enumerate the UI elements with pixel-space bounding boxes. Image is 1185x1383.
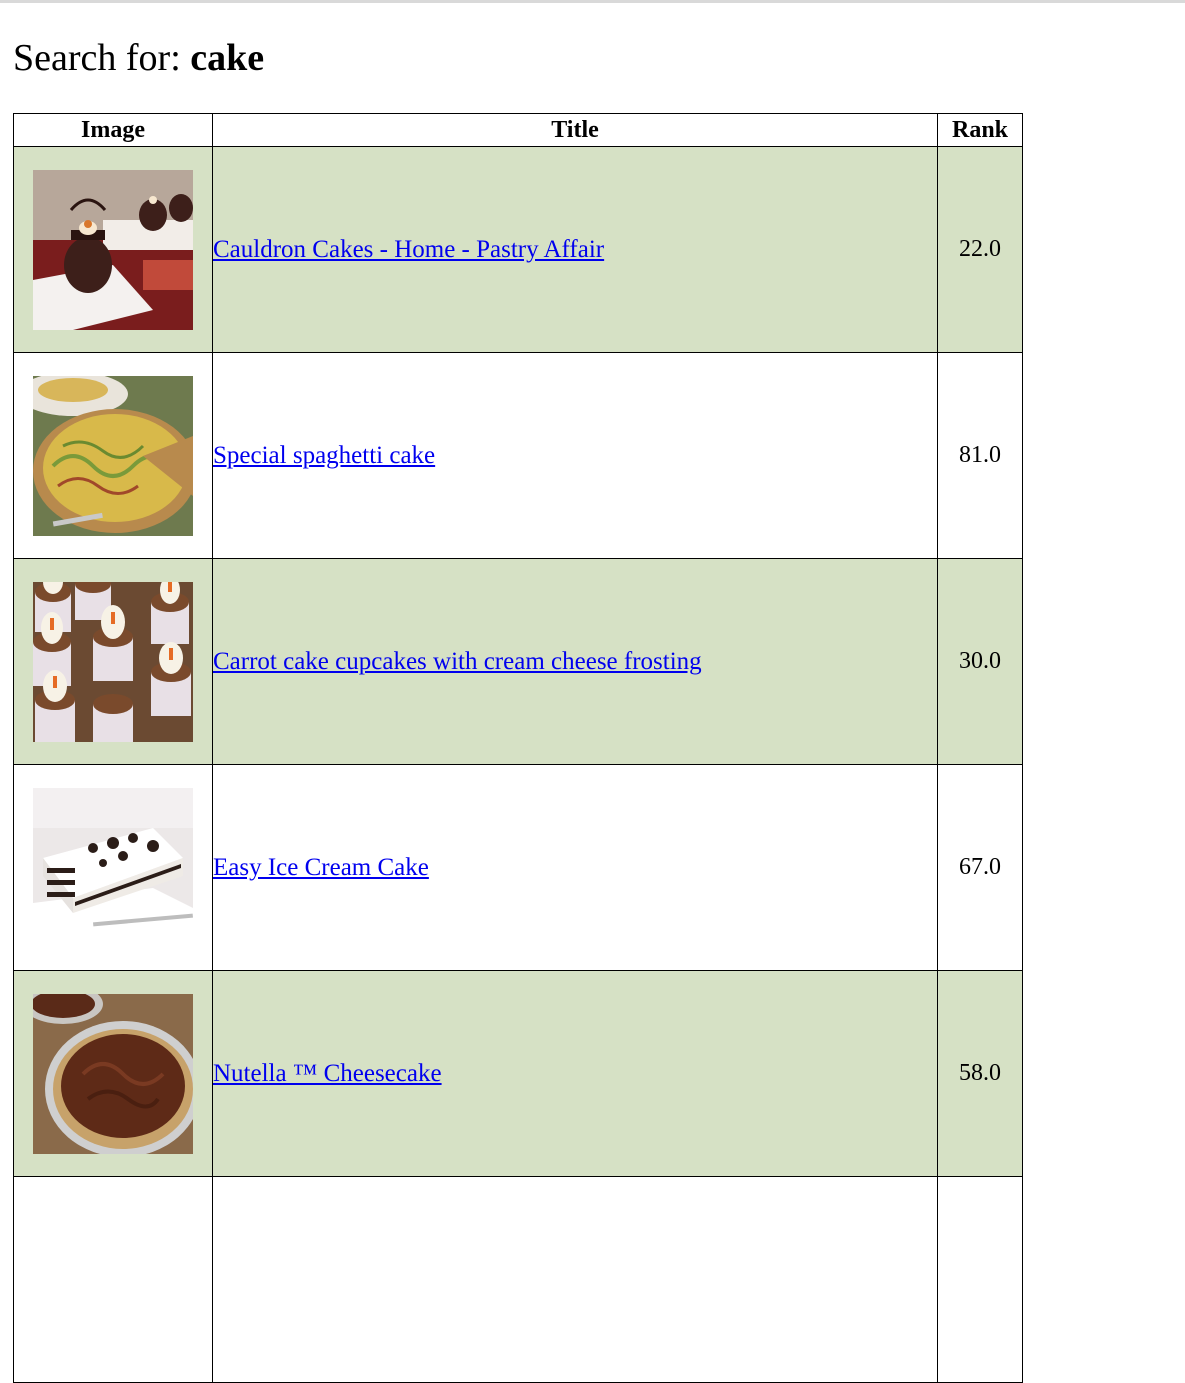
image-cell [13, 970, 213, 1177]
table-header-row: Image Title Rank [13, 113, 1023, 147]
table-row: Carrot cake cupcakes with cream cheese f… [13, 558, 1023, 765]
image-cell [13, 352, 213, 559]
image-cell [13, 1176, 213, 1383]
column-header-image: Image [13, 113, 213, 147]
results-table: Image Title Rank Cauldron Cakes - Home -… [13, 113, 1023, 1383]
ice-cream-cake-photo [33, 787, 193, 948]
search-prefix: Search for: [13, 37, 181, 79]
cauldron-cakes-photo [33, 169, 193, 330]
result-title-link[interactable]: Easy Ice Cream Cake [213, 854, 429, 881]
title-cell: Cauldron Cakes - Home - Pastry Affair [212, 146, 938, 353]
rank-cell: 58.0 [937, 970, 1023, 1177]
image-cell [13, 146, 213, 353]
nutella-cheesecake-photo [33, 993, 193, 1154]
rank-cell: 22.0 [937, 146, 1023, 353]
rank-cell: 81.0 [937, 352, 1023, 559]
search-query: cake [190, 37, 265, 79]
result-title-link[interactable]: Carrot cake cupcakes with cream cheese f… [213, 648, 702, 675]
table-row [13, 1176, 1023, 1383]
table-row: Cauldron Cakes - Home - Pastry Affair 22… [13, 146, 1023, 353]
page-title: Search for: cake [13, 36, 264, 80]
title-cell: Carrot cake cupcakes with cream cheese f… [212, 558, 938, 765]
title-cell: Easy Ice Cream Cake [212, 764, 938, 971]
rank-cell [937, 1176, 1023, 1383]
rank-cell: 30.0 [937, 558, 1023, 765]
title-cell: Nutella ™ Cheesecake [212, 970, 938, 1177]
result-title-link[interactable]: Cauldron Cakes - Home - Pastry Affair [213, 236, 604, 263]
browser-top-border [0, 0, 1185, 3]
image-cell [13, 764, 213, 971]
column-header-rank: Rank [937, 113, 1023, 147]
table-row: Easy Ice Cream Cake 67.0 [13, 764, 1023, 971]
result-title-link[interactable]: Nutella ™ Cheesecake [213, 1060, 442, 1087]
table-row: Nutella ™ Cheesecake 58.0 [13, 970, 1023, 1177]
rank-cell: 67.0 [937, 764, 1023, 971]
title-cell: Special spaghetti cake [212, 352, 938, 559]
column-header-title: Title [212, 113, 938, 147]
result-title-link[interactable]: Special spaghetti cake [213, 442, 435, 469]
spaghetti-cake-photo [33, 375, 193, 536]
table-row: Special spaghetti cake 81.0 [13, 352, 1023, 559]
title-cell [212, 1176, 938, 1383]
carrot-cupcakes-photo [33, 581, 193, 742]
image-cell [13, 558, 213, 765]
